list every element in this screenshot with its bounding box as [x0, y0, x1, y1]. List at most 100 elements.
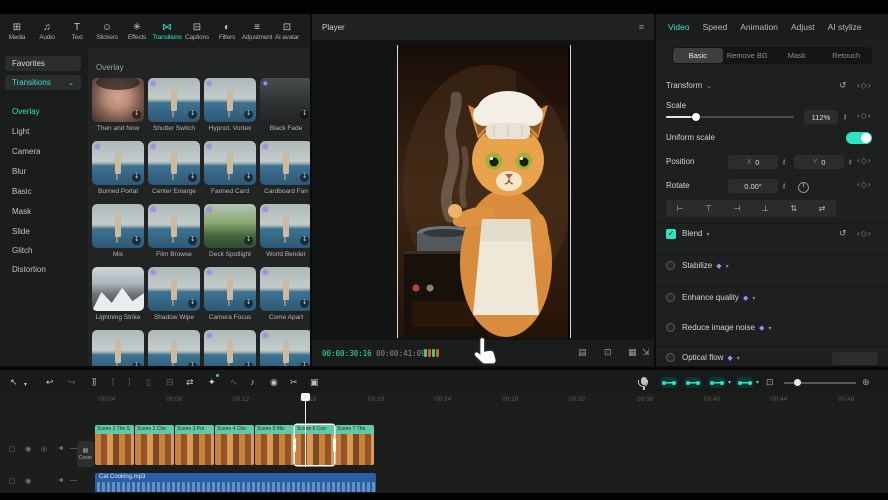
freeze-frame-icon[interactable]: ∿: [230, 376, 238, 388]
track-collapse-icon[interactable]: —: [70, 445, 77, 452]
chevron-down-icon[interactable]: ▾: [756, 379, 759, 386]
toolbar-stickers[interactable]: ☺Stickers: [92, 22, 122, 41]
transition-item[interactable]: ↧Lightning Strike: [92, 267, 144, 321]
delete-track-icon[interactable]: ⊟: [166, 376, 174, 388]
align-hcenter-icon[interactable]: ⇄: [819, 204, 826, 213]
sidebar-item-distortion[interactable]: Distortion: [12, 265, 46, 274]
timeline-area[interactable]: 00:04 00:08 00:12 00:16 00:20 00:24 00:2…: [0, 393, 888, 492]
rotate-value-field[interactable]: 0.00°: [728, 179, 778, 193]
cover-button[interactable]: ▤ Cover: [77, 441, 94, 467]
toolbar-filters[interactable]: ◐Filters: [212, 22, 242, 41]
voiceover-mic-icon[interactable]: [641, 377, 647, 385]
sidebar-item-slide[interactable]: Slide: [12, 227, 30, 236]
keyframe-scale-icon[interactable]: ‹◇›: [857, 111, 871, 120]
position-x-stepper[interactable]: ▾▾: [780, 155, 788, 169]
transition-item[interactable]: ◆↧Come Apart: [260, 267, 310, 321]
trim-left-icon[interactable]: [: [112, 376, 114, 388]
toolbar-captions[interactable]: ⊟Captions: [182, 22, 212, 41]
reset-blend-icon[interactable]: ↺: [839, 228, 847, 239]
subtab-basic[interactable]: Basic: [673, 48, 723, 63]
tab-adjust[interactable]: Adjust: [791, 22, 815, 32]
transition-item[interactable]: ◆↧: [204, 330, 256, 366]
tab-animation[interactable]: Animation: [740, 22, 778, 32]
sidebar-item-camera[interactable]: Camera: [12, 147, 40, 156]
subtab-retouch[interactable]: Retouch: [822, 48, 872, 63]
delete-icon[interactable]: ▯: [146, 376, 151, 388]
toolbar-media[interactable]: ⊞Media: [2, 22, 32, 41]
position-y-field[interactable]: Y0: [794, 155, 844, 169]
video-preview[interactable]: [397, 45, 571, 338]
position-x-field[interactable]: X0: [728, 155, 778, 169]
track-mute-icon[interactable]: ◄: [57, 477, 64, 484]
timeline-clip-scene-3[interactable]: Scene 3 Pre: [175, 425, 214, 465]
linking-toggle[interactable]: [708, 377, 726, 388]
align-top-icon[interactable]: ⊤: [705, 204, 712, 213]
transition-item[interactable]: ↧: [92, 330, 144, 366]
transition-item[interactable]: ◆↧Camera Focus: [204, 267, 256, 321]
tab-ai-stylize[interactable]: AI stylize: [828, 22, 862, 32]
transition-item[interactable]: ◆↧World Bender: [260, 204, 310, 258]
align-left-icon[interactable]: ⊢: [677, 204, 684, 213]
snapshot-icon[interactable]: ⊡: [604, 347, 612, 358]
timeline-clip-scene-5[interactable]: Scene 5 Mix: [255, 425, 294, 465]
track-lock-icon[interactable]: ◉: [25, 445, 31, 453]
extract-audio-icon[interactable]: ♪: [250, 376, 255, 388]
copy-icon[interactable]: ⊡: [766, 377, 774, 388]
subtab-remove-bg[interactable]: Remove BG: [723, 48, 773, 63]
timeline-zoom-slider[interactable]: [784, 382, 856, 384]
select-tool-icon[interactable]: ↖: [10, 376, 18, 388]
keyframe-position-icon[interactable]: ‹◇›: [857, 156, 871, 165]
scale-slider-handle[interactable]: [692, 113, 700, 121]
timeline-clip-scene-7[interactable]: Scene 7 The: [335, 425, 374, 465]
scale-value-field[interactable]: 112%: [804, 110, 838, 124]
stabilize-checkbox[interactable]: [666, 261, 675, 270]
transition-item[interactable]: ◆↧: [260, 330, 310, 366]
record-avatar-icon[interactable]: ◉: [270, 376, 278, 388]
align-vcenter-icon[interactable]: ⇅: [790, 204, 797, 213]
subtab-mask[interactable]: Mask: [772, 48, 822, 63]
reset-transform-icon[interactable]: ↺: [839, 80, 847, 91]
rotate-stepper[interactable]: ▾▾: [780, 179, 788, 193]
rotate-dial-icon[interactable]: [798, 182, 809, 193]
sidebar-item-light[interactable]: Light: [12, 127, 29, 136]
transition-item[interactable]: ↧: [148, 330, 200, 366]
sidebar-item-overlay[interactable]: Overlay: [12, 107, 40, 116]
mirror-flip-icon[interactable]: ⇄: [186, 376, 194, 388]
zoom-in-icon[interactable]: ⊕: [862, 377, 870, 388]
timeline-clip-scene-6-selected[interactable]: Scene 6 Coo: [295, 425, 334, 465]
sidebar-group-transitions[interactable]: Transitions⌄: [5, 75, 81, 90]
transition-item[interactable]: ◆↧Fanned Card: [204, 141, 256, 195]
toolbar-ai-avatar[interactable]: ⊡AI avatar: [272, 22, 302, 41]
enhance-quality-checkbox[interactable]: [666, 293, 675, 302]
keyframe-rotate-icon[interactable]: ‹◇›: [857, 180, 871, 189]
mirror-preview-icon[interactable]: ▤: [578, 347, 587, 358]
scale-stepper[interactable]: ▾▾: [841, 110, 849, 124]
toolbar-transitions[interactable]: ⋈Transitions: [152, 22, 182, 41]
keyframe-blend-icon[interactable]: ‹◇›: [857, 229, 871, 238]
chevron-down-icon[interactable]: ▾: [728, 379, 731, 386]
screen-grid-icon[interactable]: ▣: [310, 376, 319, 388]
scale-slider[interactable]: [666, 116, 794, 118]
transition-item[interactable]: ◆↧Shadow Wipe: [148, 267, 200, 321]
toolbar-text[interactable]: TText: [62, 22, 92, 41]
align-bottom-icon[interactable]: ⊥: [762, 204, 769, 213]
toolbar-adjustment[interactable]: ≡Adjustment: [242, 22, 272, 41]
sidebar-favorites[interactable]: Favorites: [5, 56, 81, 71]
transition-item[interactable]: ◆↧Hypnot. Vortex: [204, 78, 256, 132]
sidebar-item-blur[interactable]: Blur: [12, 167, 26, 176]
undo-icon[interactable]: ↩: [46, 376, 54, 388]
preview-quality-icon[interactable]: ▦: [628, 347, 637, 358]
position-y-stepper[interactable]: ▾▾: [846, 155, 854, 169]
blend-checkbox[interactable]: ✓: [666, 229, 676, 239]
timeline-clip-scene-1[interactable]: Scene 1 The S: [95, 425, 134, 465]
audio-clip[interactable]: Cat Cooking.mp3: [95, 473, 376, 492]
fullscreen-icon[interactable]: ⇲: [642, 347, 650, 358]
uniform-scale-toggle[interactable]: [846, 132, 872, 144]
track-frame-icon[interactable]: ▢: [9, 445, 16, 453]
transition-item[interactable]: ◆↧Burned Portal: [92, 141, 144, 195]
transition-item[interactable]: ↧Mix: [92, 204, 144, 258]
trim-right-icon[interactable]: ]: [128, 376, 130, 388]
transition-item[interactable]: ◆↧Film Browse: [148, 204, 200, 258]
track-mute-icon[interactable]: ◄: [57, 445, 64, 452]
keyframe-transform-icon[interactable]: ‹◇›: [857, 81, 871, 90]
